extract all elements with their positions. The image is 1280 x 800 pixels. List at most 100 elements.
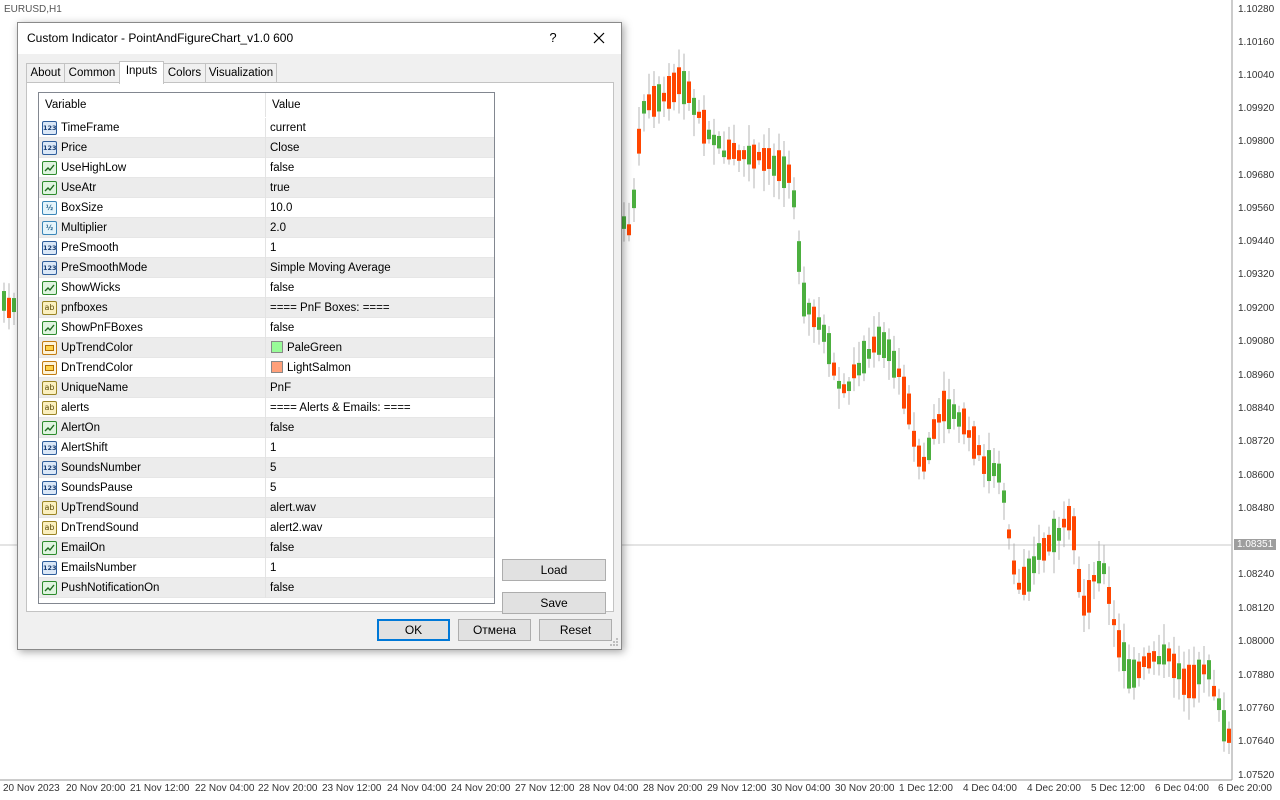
bear-candle: [1142, 656, 1146, 668]
reset-button[interactable]: Reset: [539, 619, 612, 641]
param-value-cell[interactable]: 5: [265, 478, 494, 498]
bear-candle: [697, 111, 701, 118]
param-row[interactable]: ab UniqueName PnF: [39, 378, 494, 398]
param-row[interactable]: 123 SoundsNumber 5: [39, 458, 494, 478]
param-value-cell[interactable]: LightSalmon: [265, 358, 494, 378]
tab-visualization[interactable]: Visualization: [205, 63, 277, 83]
param-value-cell[interactable]: alert.wav: [265, 498, 494, 518]
param-row[interactable]: UseHighLow false: [39, 158, 494, 178]
bear-candle: [672, 72, 676, 103]
bear-candle: [1167, 648, 1171, 662]
param-row[interactable]: 123 EmailsNumber 1: [39, 558, 494, 578]
price-tick-label: 1.07520: [1238, 770, 1275, 781]
param-row[interactable]: ab pnfboxes ==== PnF Boxes: ====: [39, 298, 494, 318]
column-header-variable[interactable]: Variable: [39, 93, 265, 117]
param-value-cell[interactable]: alert2.wav: [265, 518, 494, 538]
bull-candle: [987, 450, 991, 482]
param-row[interactable]: 123 TimeFrame current: [39, 118, 494, 138]
help-button[interactable]: ?: [541, 27, 565, 49]
cancel-button[interactable]: Отмена: [458, 619, 531, 641]
param-name-cell: EmailOn: [39, 538, 265, 558]
bear-candle: [627, 224, 631, 236]
tab-colors[interactable]: Colors: [163, 63, 206, 83]
param-row[interactable]: ab UpTrendSound alert.wav: [39, 498, 494, 518]
bear-candle: [1182, 668, 1186, 695]
close-button[interactable]: [586, 26, 612, 50]
bool-icon: [42, 541, 57, 555]
bull-candle: [882, 332, 886, 359]
param-value-cell[interactable]: PnF: [265, 378, 494, 398]
param-row[interactable]: PushNotificationOn false: [39, 578, 494, 598]
param-value-cell[interactable]: ==== Alerts & Emails: ====: [265, 398, 494, 418]
string-icon: ab: [42, 501, 57, 515]
param-row[interactable]: ShowPnFBoxes false: [39, 318, 494, 338]
double-icon: ½: [42, 201, 57, 215]
param-row[interactable]: ab DnTrendSound alert2.wav: [39, 518, 494, 538]
param-row[interactable]: 123 AlertShift 1: [39, 438, 494, 458]
bull-candle: [1122, 642, 1126, 672]
param-value-cell[interactable]: false: [265, 418, 494, 438]
param-value-cell[interactable]: PaleGreen: [265, 338, 494, 358]
param-row[interactable]: ab alerts ==== Alerts & Emails: ====: [39, 398, 494, 418]
param-name-cell: UseAtr: [39, 178, 265, 198]
bear-candle: [702, 109, 706, 144]
param-value-cell[interactable]: 1: [265, 438, 494, 458]
param-value-cell[interactable]: false: [265, 538, 494, 558]
param-row[interactable]: UpTrendColor PaleGreen: [39, 338, 494, 358]
save-button[interactable]: Save: [502, 592, 606, 614]
param-value-cell[interactable]: ==== PnF Boxes: ====: [265, 298, 494, 318]
time-tick-label: 27 Nov 12:00: [515, 783, 575, 794]
param-row[interactable]: 123 SoundsPause 5: [39, 478, 494, 498]
param-value-cell[interactable]: 10.0: [265, 198, 494, 218]
param-name: ShowPnFBoxes: [61, 322, 143, 334]
param-value: false: [270, 422, 295, 434]
param-name-cell: ½ BoxSize: [39, 198, 265, 218]
load-button[interactable]: Load: [502, 559, 606, 581]
ok-button[interactable]: OK: [377, 619, 450, 641]
param-value-cell[interactable]: Close: [265, 138, 494, 158]
param-value-cell[interactable]: 1: [265, 558, 494, 578]
bull-candle: [887, 339, 891, 362]
resize-grip-icon[interactable]: [609, 637, 619, 647]
param-row[interactable]: 123 PreSmoothMode Simple Moving Average: [39, 258, 494, 278]
tab-about[interactable]: About: [26, 63, 65, 83]
param-value-cell[interactable]: false: [265, 278, 494, 298]
bear-candle: [977, 445, 981, 456]
param-value-cell[interactable]: current: [265, 118, 494, 138]
param-value-cell[interactable]: 5: [265, 458, 494, 478]
param-value-cell[interactable]: true: [265, 178, 494, 198]
param-row[interactable]: EmailOn false: [39, 538, 494, 558]
tab-inputs[interactable]: Inputs: [119, 61, 164, 84]
bear-candle: [842, 384, 846, 394]
bool-icon: [42, 421, 57, 435]
tab-common[interactable]: Common: [64, 63, 120, 83]
param-value-cell[interactable]: false: [265, 158, 494, 178]
time-tick-label: 1 Dec 12:00: [899, 783, 953, 794]
param-row[interactable]: UseAtr true: [39, 178, 494, 198]
param-name-cell: 123 AlertShift: [39, 438, 265, 458]
param-row[interactable]: 123 Price Close: [39, 138, 494, 158]
column-header-value[interactable]: Value: [265, 93, 494, 117]
param-value: 5: [270, 462, 277, 474]
dialog-titlebar[interactable]: Custom Indicator - PointAndFigureChart_v…: [18, 23, 621, 54]
param-row[interactable]: ½ BoxSize 10.0: [39, 198, 494, 218]
bear-candle: [727, 139, 731, 160]
param-name: EmailsNumber: [61, 562, 137, 574]
double-icon: ½: [42, 221, 57, 235]
param-value-cell[interactable]: false: [265, 318, 494, 338]
param-value-cell[interactable]: 2.0: [265, 218, 494, 238]
param-value-cell[interactable]: 1: [265, 238, 494, 258]
param-row[interactable]: ShowWicks false: [39, 278, 494, 298]
param-value-cell[interactable]: false: [265, 578, 494, 598]
param-name: PreSmoothMode: [61, 262, 148, 274]
param-row[interactable]: ½ Multiplier 2.0: [39, 218, 494, 238]
param-row[interactable]: AlertOn false: [39, 418, 494, 438]
time-tick-label: 24 Nov 04:00: [387, 783, 447, 794]
param-value: 1: [270, 562, 277, 574]
bull-candle: [862, 340, 866, 374]
param-row[interactable]: 123 PreSmooth 1: [39, 238, 494, 258]
bear-candle: [742, 150, 746, 160]
param-name-cell: 123 TimeFrame: [39, 118, 265, 138]
param-row[interactable]: DnTrendColor LightSalmon: [39, 358, 494, 378]
param-value-cell[interactable]: Simple Moving Average: [265, 258, 494, 278]
